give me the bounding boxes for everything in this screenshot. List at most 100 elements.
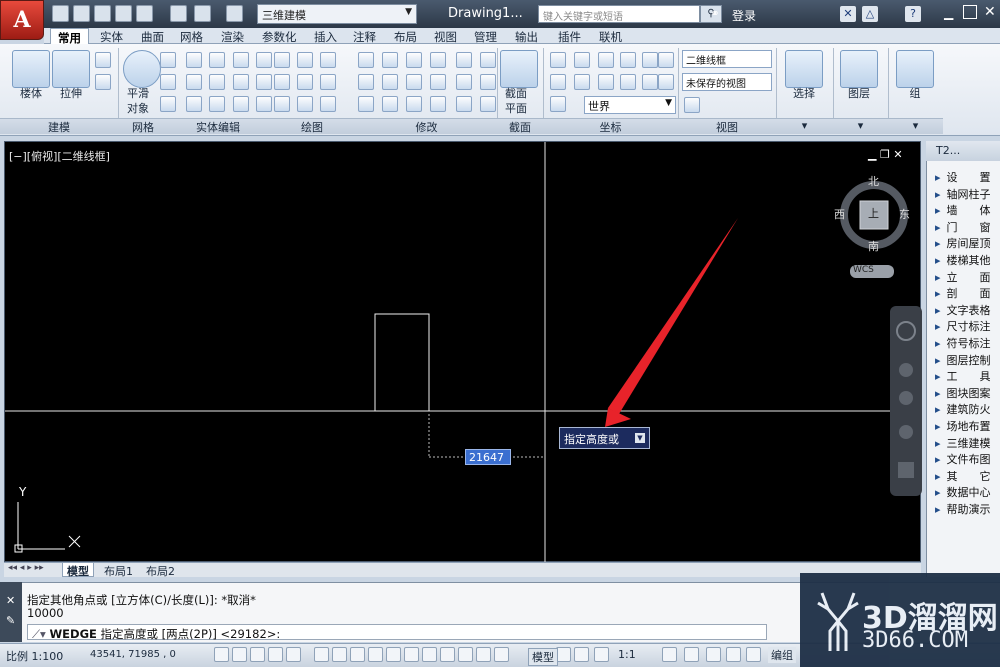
group-title-draw[interactable]: 绘图 [268,118,356,134]
ribbon-tool-icon[interactable] [658,52,674,68]
palette-item[interactable]: 墙 体 [935,202,997,218]
ribbon-tool-icon[interactable] [256,96,272,112]
ribbon-tool-icon[interactable] [382,74,398,90]
workspace-status[interactable]: 编组 [768,647,796,663]
palette-item[interactable]: 图块图案 [935,385,997,401]
ribbon-tool-icon[interactable] [620,74,636,90]
status-toggle-icon[interactable] [404,647,419,662]
autodesk-icon[interactable]: △ [862,6,878,22]
palette-item[interactable]: 帮助演示 [935,501,997,517]
ribbon-tool-icon[interactable] [598,74,614,90]
ribbon-tool-icon[interactable] [642,74,658,90]
group-title-select-expand[interactable]: ▾ [776,118,833,134]
status-toggle-icon[interactable] [386,647,401,662]
status-toggle-icon[interactable] [556,647,571,662]
ribbon-tool-icon[interactable] [297,96,313,112]
undo-icon[interactable] [194,5,211,22]
ribbon-tool-icon[interactable] [186,74,202,90]
ribbon-tool-icon[interactable] [209,96,225,112]
ribbon-tool-icon[interactable] [406,52,422,68]
ribbon-tool-icon[interactable] [430,74,446,90]
ribbon-tool-icon[interactable] [209,52,225,68]
smooth-object-icon[interactable] [123,50,161,88]
chevron-down-icon[interactable]: ▼ [635,433,645,443]
section-plane-icon[interactable] [500,50,538,88]
tab-layout1[interactable]: 布局1 [100,563,137,578]
ribbon-tool-icon[interactable] [256,52,272,68]
ribbon-tool-icon[interactable] [160,52,176,68]
status-toggle-icon[interactable] [368,647,383,662]
tab-7[interactable]: 注释 [346,28,383,45]
close-icon[interactable]: ✕ [6,594,15,607]
palette-title[interactable]: T2... [926,141,1000,161]
tab-model[interactable]: 模型 [62,563,94,578]
tab-4[interactable]: 渲染 [214,28,251,45]
application-menu-button[interactable]: A [0,0,44,40]
ribbon-tool-icon[interactable] [658,74,674,90]
group-title-coordinates[interactable]: 坐标 [543,118,678,134]
tab-2[interactable]: 曲面 [134,28,171,45]
ribbon-tool-icon[interactable] [456,96,472,112]
group-title-mesh[interactable]: 网格 [118,118,168,134]
status-toggle-icon[interactable] [746,647,761,662]
palette-item[interactable]: 图层控制 [935,352,997,368]
ribbon-tool-icon[interactable] [297,74,313,90]
ribbon-tool-icon[interactable] [480,52,496,68]
tab-13[interactable]: 联机 [592,28,629,45]
status-toggle-icon[interactable] [706,647,721,662]
ribbon-tool-icon[interactable] [456,74,472,90]
extrude-tool-icon[interactable] [52,50,90,88]
pan-icon[interactable] [899,363,913,377]
palette-item[interactable]: 房间屋顶 [935,235,997,251]
status-toggle-icon[interactable] [458,647,473,662]
save-icon[interactable] [94,5,111,22]
binoculars-icon[interactable]: ⚭ [707,6,723,22]
exchange-icon[interactable]: ✕ [840,6,856,22]
palette-item[interactable]: 尺寸标注 [935,318,997,334]
status-toggle-icon[interactable] [314,647,329,662]
palette-item[interactable]: 文字表格 [935,302,997,318]
ribbon-tool-icon[interactable] [274,96,290,112]
print-icon[interactable] [170,5,187,22]
search-input[interactable]: 键入关键字或短语 [538,5,700,23]
tab-11[interactable]: 输出 [508,28,545,45]
ribbon-tool-icon[interactable] [598,52,614,68]
viewport-label[interactable]: [−][俯视][二维线框] [9,148,110,164]
group-title-modeling[interactable]: 建模 [0,118,118,134]
group-title-modify[interactable]: 修改 [356,118,497,134]
palette-item[interactable]: 门 窗 [935,219,997,235]
wrench-icon[interactable]: ✎ [6,614,15,627]
ribbon-tool-icon[interactable] [160,96,176,112]
group-title-view[interactable]: 视图 [678,118,776,134]
group-title-solid-edit[interactable]: 实体编辑 [168,118,268,134]
ribbon-tool-icon[interactable] [160,74,176,90]
ribbon-tool-icon[interactable] [620,52,636,68]
ribbon-tool-icon[interactable] [574,74,590,90]
status-toggle-icon[interactable] [476,647,491,662]
palette-item[interactable]: 其 它 [935,468,997,484]
save-as-icon[interactable] [115,5,132,22]
tab-12[interactable]: 插件 [551,28,588,45]
tab-6[interactable]: 插入 [307,28,344,45]
zoom-icon[interactable] [899,391,913,405]
layout-nav-arrows[interactable]: ◂◂ ◂ ▸ ▸▸ [8,563,44,573]
dimension-input-field[interactable]: 21647 [465,449,511,465]
new-file-icon[interactable] [52,5,69,22]
status-toggle-icon[interactable] [662,647,677,662]
palette-item[interactable]: 楼梯其他 [935,252,997,268]
viewport-window-controls[interactable]: ▁ ❐ ✕ [868,148,903,161]
ribbon-tool-icon[interactable] [382,52,398,68]
annotation-scale[interactable]: 比例 1:100 [6,648,63,664]
coordinate-readout[interactable]: 43541, 71985 , 0 [90,649,176,660]
ribbon-tool-icon[interactable] [406,74,422,90]
status-toggle-icon[interactable] [250,647,265,662]
status-toggle-icon[interactable] [422,647,437,662]
help-icon[interactable]: ? [905,6,921,22]
tab-10[interactable]: 管理 [467,28,504,45]
tab-9[interactable]: 视图 [427,28,464,45]
orbit-icon[interactable] [899,425,913,439]
ribbon-tool-icon[interactable] [574,52,590,68]
ucs-world-combo[interactable]: 世界 ▼ [584,96,676,114]
command-line-handle[interactable] [0,582,22,642]
ribbon-tool-icon[interactable] [550,96,566,112]
